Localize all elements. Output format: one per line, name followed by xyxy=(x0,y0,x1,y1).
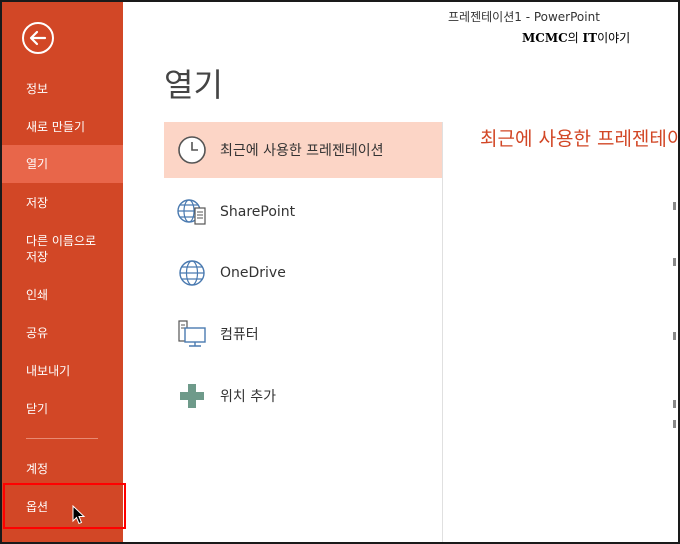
watermark-part-4: 이야기 xyxy=(597,31,631,45)
location-onedrive[interactable]: OneDrive xyxy=(164,245,442,301)
nav-print[interactable]: 인쇄 xyxy=(2,287,123,303)
nav-save-as[interactable]: 다른 이름으로 저장 xyxy=(2,233,123,265)
location-computer[interactable]: 컴퓨터 xyxy=(164,306,442,362)
nav-save[interactable]: 저장 xyxy=(2,195,123,211)
globe-icon xyxy=(179,260,205,286)
location-onedrive-label: OneDrive xyxy=(220,265,286,281)
nav-close[interactable]: 닫기 xyxy=(2,401,123,417)
location-add-place-label: 위치 추가 xyxy=(220,389,276,405)
panel-divider xyxy=(442,122,443,542)
sidebar-divider xyxy=(26,438,98,439)
cropped-mark xyxy=(673,202,676,210)
nav-open[interactable]: 열기 xyxy=(2,145,123,183)
location-sharepoint[interactable]: SharePoint xyxy=(164,184,442,240)
watermark-part-3: IT xyxy=(582,31,598,45)
options-highlight-box xyxy=(3,483,126,529)
location-recent[interactable]: 최근에 사용한 프레젠테이션 xyxy=(164,122,442,178)
nav-account[interactable]: 계정 xyxy=(2,461,123,477)
location-sharepoint-label: SharePoint xyxy=(220,204,296,220)
back-button[interactable] xyxy=(22,22,54,54)
blog-watermark: MCMC의 IT이야기 xyxy=(522,29,630,46)
location-recent-label: 최근에 사용한 프레젠테이션 xyxy=(220,143,384,159)
nav-export[interactable]: 내보내기 xyxy=(2,363,123,379)
nav-share[interactable]: 공유 xyxy=(2,325,123,341)
backstage-sidebar: 정보 새로 만들기 열기 저장 다른 이름으로 저장 인쇄 공유 내보내기 닫기… xyxy=(2,2,123,542)
cropped-mark xyxy=(673,332,676,340)
location-computer-label: 컴퓨터 xyxy=(220,327,259,343)
recent-heading: 최근에 사용한 프레젠테이션 xyxy=(480,128,678,150)
nav-open-label: 열기 xyxy=(26,157,49,171)
location-add-place[interactable]: 위치 추가 xyxy=(164,368,442,424)
watermark-part-1: MCMC xyxy=(522,31,568,45)
computer-icon xyxy=(178,320,206,347)
nav-info[interactable]: 정보 xyxy=(2,81,123,97)
plus-icon xyxy=(180,384,204,408)
cropped-mark xyxy=(673,400,676,408)
nav-save-as-line2: 저장 xyxy=(26,250,49,264)
sharepoint-icon xyxy=(177,199,206,225)
mouse-cursor-icon xyxy=(72,505,86,525)
recent-panel: 최근에 사용한 프레젠테이션 xyxy=(443,100,678,160)
cropped-mark xyxy=(673,420,676,428)
watermark-part-2: 의 xyxy=(567,31,583,45)
back-arrow-icon xyxy=(29,30,47,46)
clock-icon xyxy=(178,136,206,164)
window-title: 프레젠테이션1 - PowerPoint xyxy=(448,10,600,24)
page-title: 열기 xyxy=(164,66,223,104)
nav-new[interactable]: 새로 만들기 xyxy=(2,119,123,135)
nav-save-as-line1: 다른 이름으로 xyxy=(26,234,97,248)
cropped-mark xyxy=(673,258,676,266)
